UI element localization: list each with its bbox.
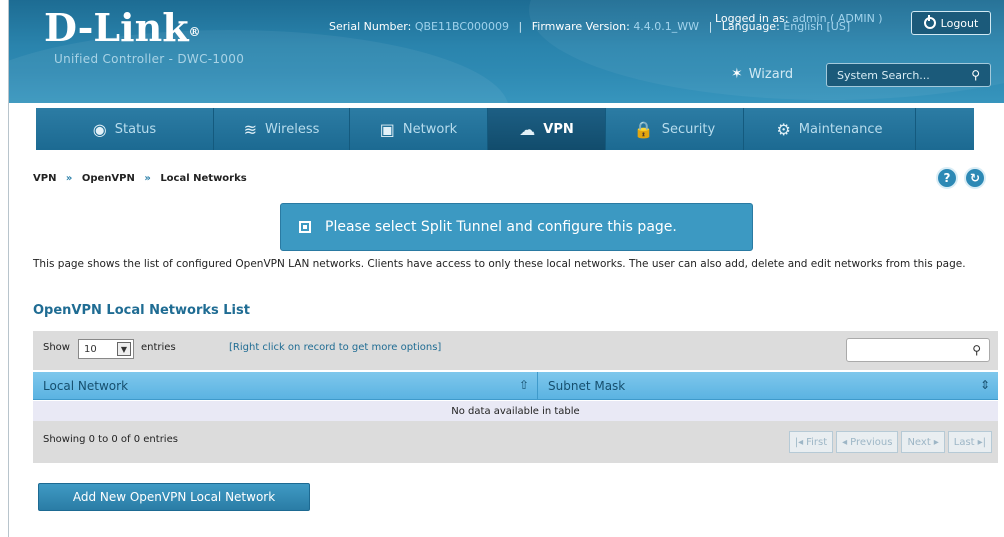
show-label: Show	[43, 342, 70, 353]
language-label: Language:	[721, 20, 780, 33]
nav-item-security[interactable]: 🔒 Security	[606, 108, 744, 150]
nav-item-status[interactable]: ◉ Status	[36, 108, 214, 150]
entries-select[interactable]: 10 ▼	[78, 339, 134, 359]
last-page-button[interactable]: Last ▸|	[947, 431, 992, 453]
refresh-icon[interactable]: ↻	[964, 167, 986, 189]
split-tunnel-notice: Please select Split Tunnel and configure…	[280, 203, 753, 251]
magic-wand-icon: ✶	[731, 66, 743, 82]
gears-icon: ⚙	[776, 119, 791, 139]
serial-label: Serial Number:	[329, 20, 412, 33]
table-toolbar: Show 10 ▼ entries [Right click on record…	[33, 331, 998, 370]
separator: |	[708, 20, 713, 33]
nav-item-vpn[interactable]: ☁ VPN	[488, 108, 606, 150]
logged-in-label: Logged in as:	[715, 12, 789, 25]
search-icon[interactable]: ⚲	[971, 68, 980, 82]
help-icon[interactable]: ?	[936, 167, 958, 189]
firmware-value: 4.4.0.1_WW	[633, 20, 700, 33]
right-click-hint: [Right click on record to get more optio…	[229, 342, 442, 353]
previous-page-button[interactable]: ◂ Previous	[836, 431, 899, 453]
logged-in-user: admin ( ADMIN )	[792, 12, 883, 25]
breadcrumb-sep: »	[144, 173, 151, 184]
nav-label: Wireless	[265, 121, 320, 137]
nav-label: Security	[661, 121, 716, 137]
table-header: Local Network ⇧ Subnet Mask ⇕	[33, 372, 998, 400]
search-placeholder: System Search...	[837, 68, 930, 82]
add-local-network-button[interactable]: Add New OpenVPN Local Network	[38, 483, 310, 511]
nav-item-network[interactable]: ▣ Network	[350, 108, 488, 150]
nav-filler	[916, 108, 974, 150]
next-label: Next	[907, 436, 931, 448]
next-page-button[interactable]: Next ▸	[901, 431, 945, 453]
entries-label: entries	[141, 342, 176, 353]
nav-label: Maintenance	[798, 121, 883, 137]
sort-up-icon: ⇧	[518, 378, 529, 392]
first-label: First	[806, 436, 828, 448]
column-local-network[interactable]: Local Network ⇧	[33, 372, 538, 400]
system-search-input[interactable]: System Search... ⚲	[826, 63, 991, 87]
lock-icon: 🔒	[633, 119, 654, 139]
logout-button[interactable]: Logout	[911, 11, 991, 35]
logout-label: Logout	[940, 16, 979, 30]
first-icon: |◂	[794, 436, 804, 448]
nav-label: Status	[114, 121, 157, 137]
wizard-link[interactable]: ✶ Wizard	[731, 66, 793, 82]
product-name: Unified Controller - DWC-1000	[54, 52, 245, 66]
app-header: D-Link® Unified Controller - DWC-1000 Lo…	[9, 0, 1004, 103]
serial-value: QBE11BC000009	[414, 20, 510, 33]
wifi-icon: ≋	[243, 119, 257, 139]
nav-label: VPN	[543, 121, 574, 137]
breadcrumb-vpn[interactable]: VPN	[33, 173, 56, 184]
language-value[interactable]: English [US]	[783, 20, 850, 33]
column-label: Local Network	[43, 379, 129, 393]
last-icon: ▸|	[977, 436, 986, 448]
power-icon	[923, 15, 936, 29]
entries-value: 10	[84, 343, 97, 355]
nav-item-maintenance[interactable]: ⚙ Maintenance	[744, 108, 916, 150]
logged-in-info: Logged in as: admin ( ADMIN )	[715, 12, 883, 25]
info-icon	[299, 221, 311, 233]
next-icon: ▸	[933, 436, 939, 448]
wizard-label: Wizard	[748, 66, 794, 82]
breadcrumb-local-networks: Local Networks	[160, 173, 247, 184]
page-description: This page shows the list of configured O…	[33, 258, 966, 270]
dashboard-icon: ◉	[92, 119, 107, 139]
main-nav: ◉ Status ≋ Wireless ▣ Network ☁ VPN 🔒 Se…	[36, 108, 974, 150]
chevron-down-icon[interactable]: ▼	[117, 342, 131, 356]
table-search-input[interactable]: ⚲	[846, 338, 990, 362]
sort-icon: ⇕	[979, 378, 990, 392]
column-subnet-mask[interactable]: Subnet Mask ⇕	[538, 372, 998, 400]
monitor-icon: ▣	[379, 119, 395, 139]
firmware-label: Firmware Version:	[531, 20, 630, 33]
table-footer: Showing 0 to 0 of 0 entries |◂ First ◂ Pre…	[33, 421, 998, 463]
dlink-logo: D-Link®	[44, 5, 201, 50]
showing-info: Showing 0 to 0 of 0 entries	[43, 434, 178, 445]
cloud-lock-icon: ☁	[519, 119, 536, 139]
search-icon: ⚲	[972, 343, 981, 357]
last-label: Last	[953, 436, 975, 448]
device-info: Serial Number: QBE11BC000009 | Firmware …	[329, 20, 850, 33]
previous-label: Previous	[850, 436, 893, 448]
first-page-button[interactable]: |◂ First	[788, 431, 834, 453]
breadcrumb-sep: »	[65, 173, 73, 184]
separator: |	[518, 20, 523, 33]
nav-label: Network	[402, 121, 458, 137]
section-title: OpenVPN Local Networks List	[33, 303, 250, 318]
breadcrumb-openvpn[interactable]: OpenVPN	[82, 173, 135, 184]
notice-text: Please select Split Tunnel and configure…	[325, 219, 677, 235]
pagination: |◂ First ◂ Previous Next ▸ Last ▸|	[788, 431, 992, 453]
breadcrumb: VPN » OpenVPN » Local Networks	[33, 173, 247, 184]
prev-icon: ◂	[842, 436, 848, 448]
column-label: Subnet Mask	[548, 379, 626, 393]
nav-item-wireless[interactable]: ≋ Wireless	[214, 108, 350, 150]
table-empty-row: No data available in table	[33, 401, 998, 421]
